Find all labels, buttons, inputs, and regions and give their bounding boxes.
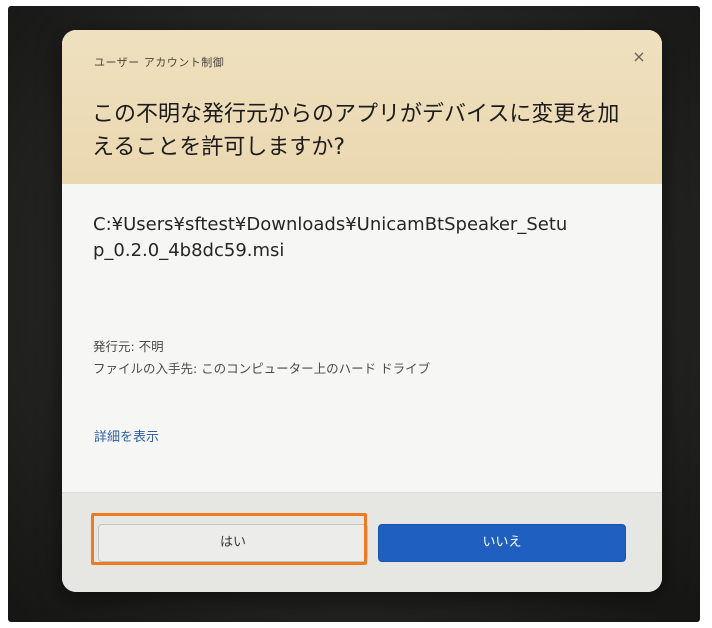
publisher-text: 発行元: 不明 (93, 339, 164, 354)
dialog-title: ユーザー アカウント制御 (94, 56, 225, 69)
uac-dialog: ユーザー アカウント制御 × この不明な発行元からのアプリがデバイスに変更を加え… (62, 30, 662, 592)
yes-button[interactable]: はい (98, 524, 368, 562)
dialog-header: ユーザー アカウント制御 × この不明な発行元からのアプリがデバイスに変更を加え… (62, 30, 662, 184)
file-path: C:¥Users¥sftest¥Downloads¥UnicamBtSpeake… (93, 214, 568, 261)
file-origin-text: ファイルの入手先: このコンピューター上のハード ドライブ (93, 361, 431, 376)
prompt-question: この不明な発行元からのアプリがデバイスに変更を加えることを許可しますか? (92, 102, 620, 160)
no-button[interactable]: いいえ (378, 524, 626, 562)
show-details-link[interactable]: 詳細を表示 (94, 426, 159, 445)
close-icon[interactable]: × (626, 44, 652, 70)
